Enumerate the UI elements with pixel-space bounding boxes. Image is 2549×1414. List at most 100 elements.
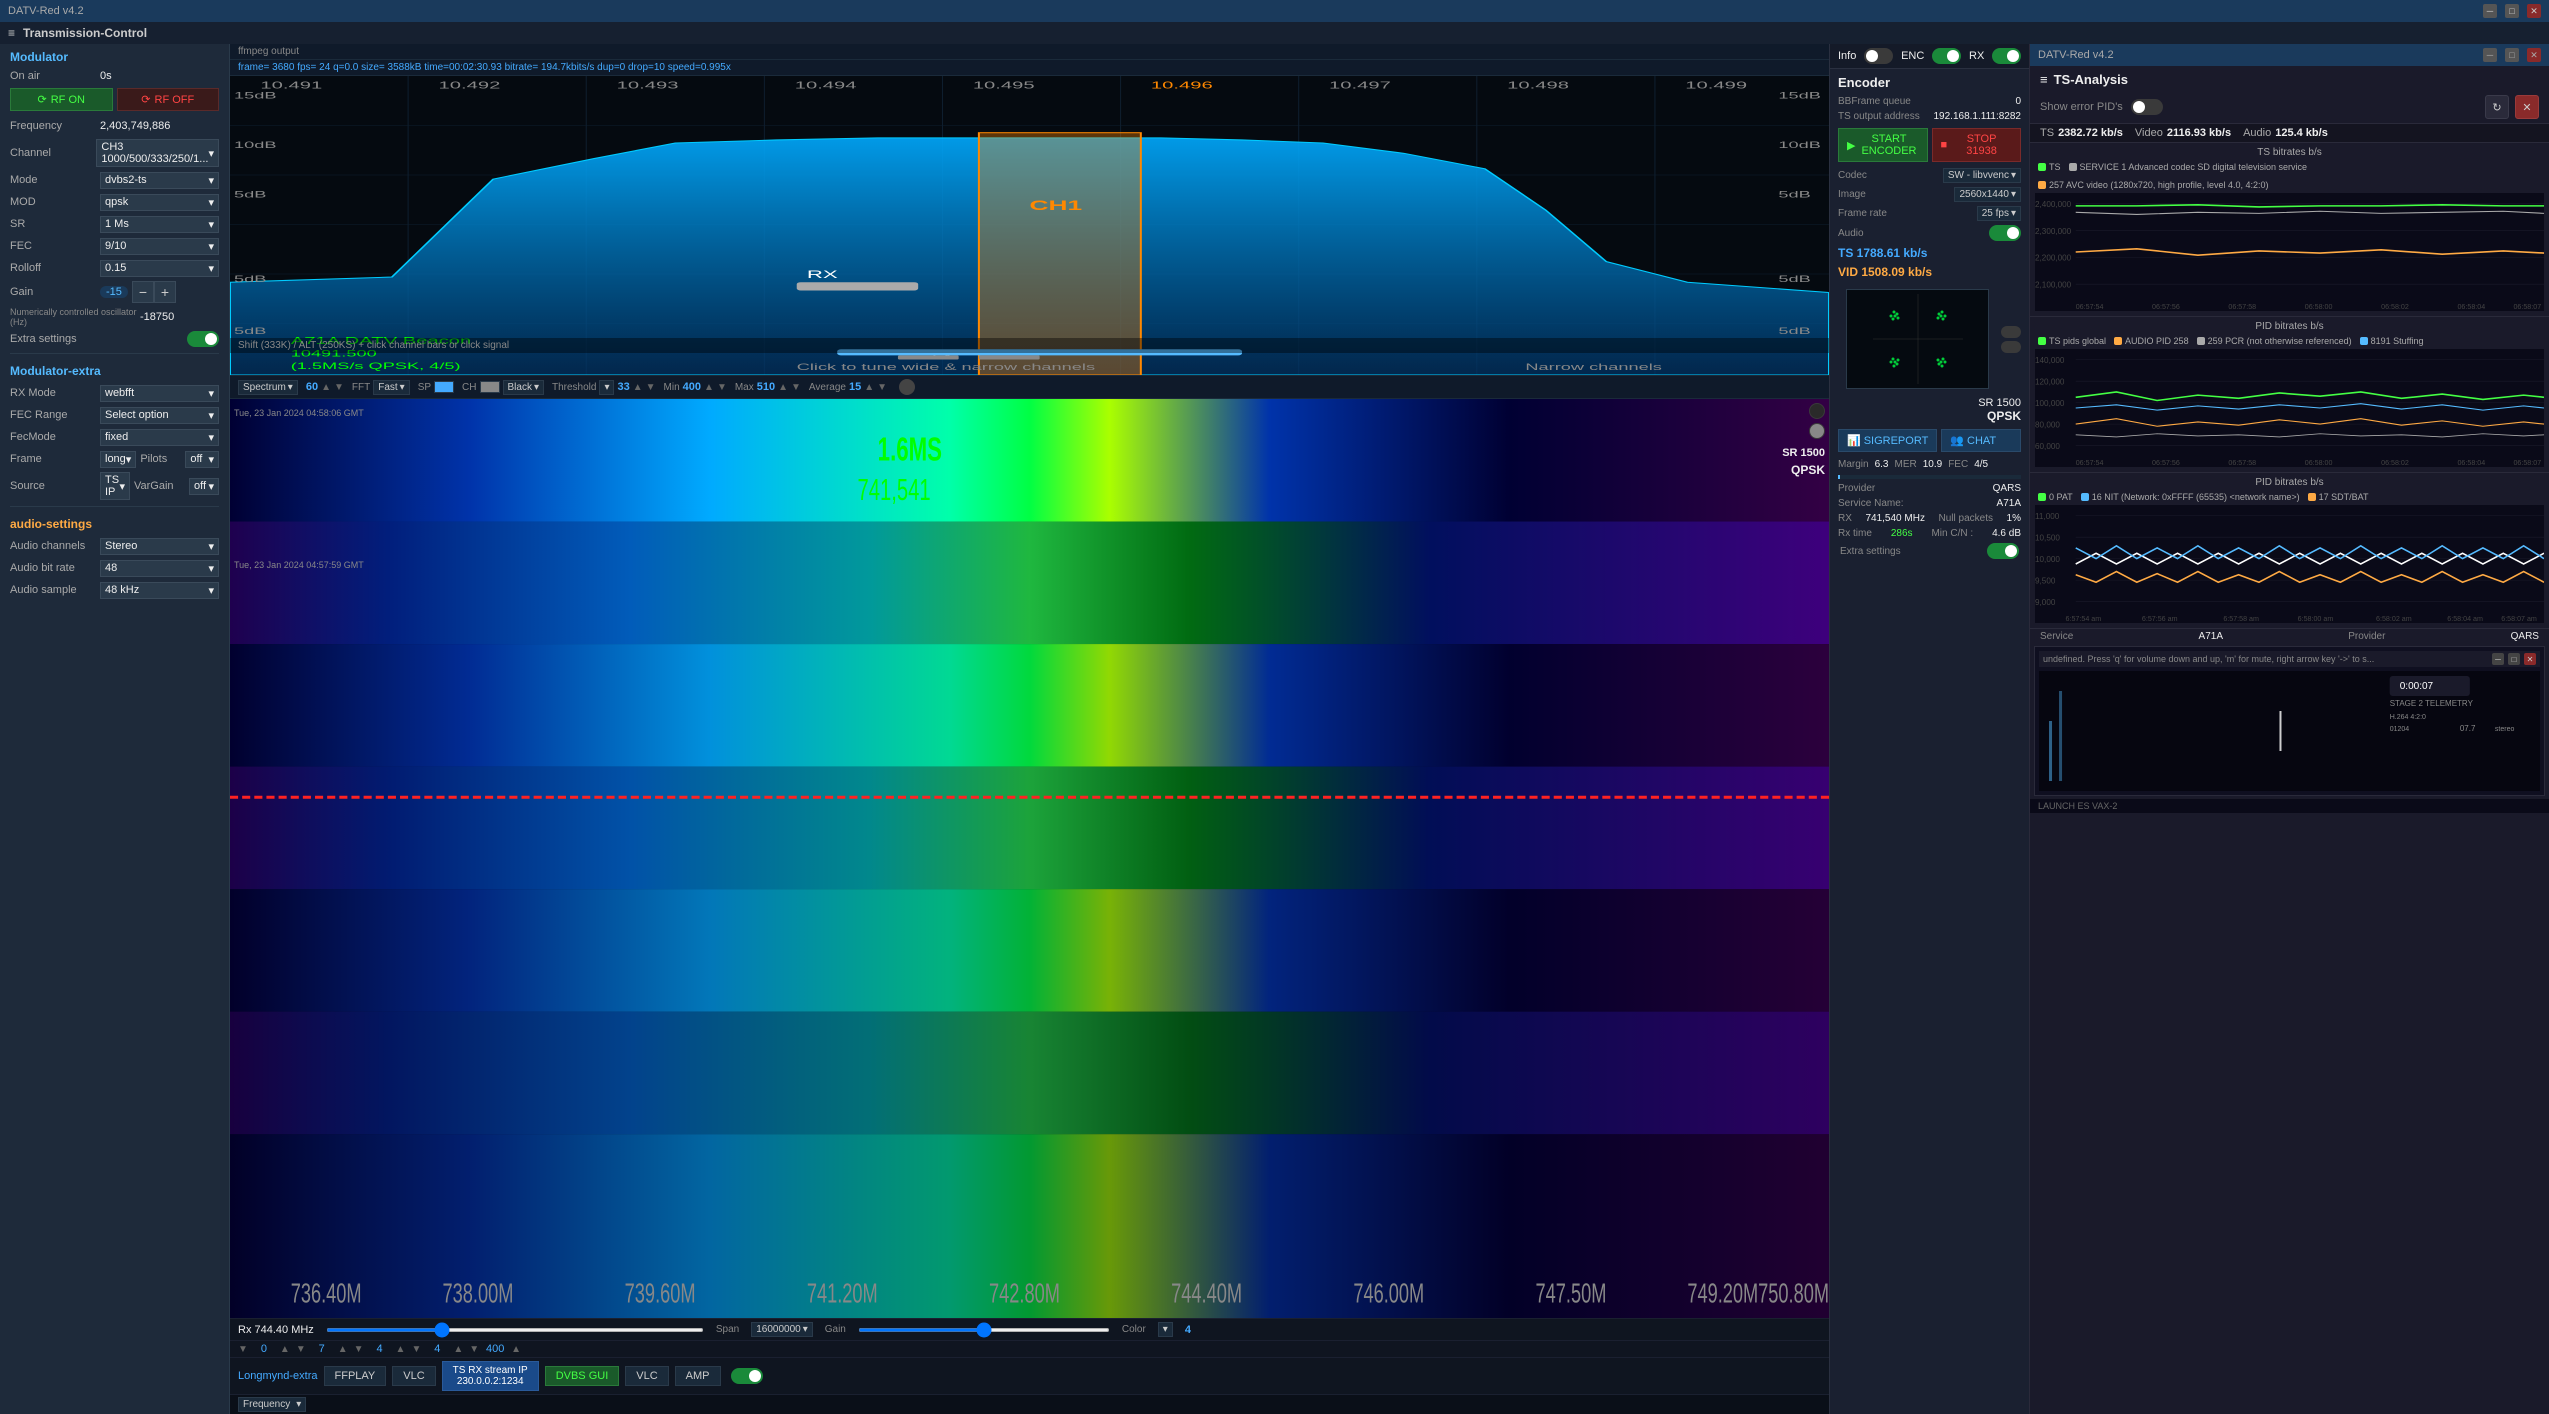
fecmode-dropdown[interactable]: fixed ▾ bbox=[100, 429, 219, 446]
threshold-down[interactable]: ▼ bbox=[646, 382, 656, 393]
max-value: 510 bbox=[757, 381, 775, 393]
mode-dropdown[interactable]: dvbs2-ts ▾ bbox=[100, 172, 219, 189]
menu-icon[interactable]: ≡ bbox=[8, 26, 15, 40]
rx-mode-dropdown[interactable]: webfft ▾ bbox=[100, 385, 219, 402]
num1-down[interactable]: ▼ bbox=[238, 1344, 248, 1355]
rx-indicator-2[interactable] bbox=[1809, 423, 1825, 439]
legend-nit-dot bbox=[2081, 493, 2089, 501]
num4-up[interactable]: ▲ bbox=[453, 1344, 463, 1355]
spectrum-toggle-btn[interactable] bbox=[899, 379, 915, 395]
ch-color-box[interactable] bbox=[480, 381, 500, 393]
spectrum-container[interactable]: 10.491 10.492 10.493 10.494 10.495 10.49… bbox=[230, 76, 1829, 376]
fft-dropdown[interactable]: Fast ▾ bbox=[373, 380, 409, 395]
ts-br-video: Video 2116.93 kb/s bbox=[2135, 127, 2231, 139]
num5-up[interactable]: ▲ bbox=[511, 1344, 521, 1355]
vlc-button-2[interactable]: VLC bbox=[625, 1366, 668, 1386]
audio-ch-dropdown[interactable]: Stereo ▾ bbox=[100, 538, 219, 555]
avg-up[interactable]: ▲ bbox=[864, 382, 874, 393]
audio-sub-close[interactable]: ✕ bbox=[2524, 653, 2536, 665]
rf-off-button[interactable]: ⟳ RF OFF bbox=[117, 88, 220, 111]
avg-down[interactable]: ▼ bbox=[877, 382, 887, 393]
ts-close-btn[interactable]: ✕ bbox=[2527, 48, 2541, 62]
svg-text:5dB: 5dB bbox=[234, 275, 266, 285]
ts-refresh-btn[interactable]: ↻ bbox=[2485, 95, 2509, 119]
frequency-bottom-dropdown[interactable]: Frequency ▾ bbox=[238, 1397, 306, 1412]
num2-down[interactable]: ▼ bbox=[296, 1344, 306, 1355]
dvbs-gui-button[interactable]: DVBS GUI bbox=[545, 1366, 620, 1386]
max-up[interactable]: ▲ bbox=[778, 382, 788, 393]
chat-button[interactable]: 👥 CHAT bbox=[1941, 429, 2021, 452]
amp-toggle[interactable] bbox=[731, 1368, 763, 1384]
ts-rx-button[interactable]: TS RX stream IP 230.0.0.2:1234 bbox=[442, 1361, 539, 1391]
gain-slider[interactable] bbox=[858, 1328, 1110, 1332]
show-error-toggle[interactable] bbox=[2131, 99, 2163, 115]
start-encoder-button[interactable]: ▶ START ENCODER bbox=[1838, 128, 1928, 162]
audio-toggle[interactable] bbox=[1989, 225, 2021, 241]
num2-up[interactable]: ▲ bbox=[338, 1344, 348, 1355]
min-up[interactable]: ▲ bbox=[704, 382, 714, 393]
maximize-btn[interactable]: □ bbox=[2505, 4, 2519, 18]
threshold-dropdown[interactable]: ▾ bbox=[599, 380, 614, 395]
num4-down[interactable]: ▼ bbox=[411, 1344, 421, 1355]
ts-minimize-btn[interactable]: ─ bbox=[2483, 48, 2497, 62]
audio-br-dropdown[interactable]: 48 ▾ bbox=[100, 560, 219, 577]
enc-extra-toggle[interactable] bbox=[1987, 543, 2019, 559]
stop-encoder-button[interactable]: ■ STOP 31938 bbox=[1932, 128, 2022, 162]
mod-dropdown[interactable]: qpsk ▾ bbox=[100, 194, 219, 211]
fft-down-arrow[interactable]: ▼ bbox=[334, 382, 344, 393]
frame-rate-dropdown[interactable]: 25 fps ▾ bbox=[1977, 206, 2021, 221]
rx-indicator-1[interactable] bbox=[1809, 403, 1825, 419]
num3-up[interactable]: ▲ bbox=[396, 1344, 406, 1355]
frame-dropdown[interactable]: long ▾ bbox=[100, 451, 136, 468]
audio-sub-minimize[interactable]: ─ bbox=[2492, 653, 2504, 665]
ch-color-dropdown[interactable]: Black ▾ bbox=[503, 380, 544, 395]
channel-dropdown[interactable]: CH3 1000/500/333/250/1... ▾ bbox=[96, 139, 219, 167]
codec-dropdown[interactable]: SW - libvvenc ▾ bbox=[1943, 168, 2021, 183]
close-btn[interactable]: ✕ bbox=[2527, 4, 2541, 18]
span-dropdown[interactable]: 16000000 ▾ bbox=[751, 1322, 813, 1337]
vargain-dropdown[interactable]: off ▾ bbox=[189, 478, 219, 495]
svg-text:CH1: CH1 bbox=[1030, 198, 1083, 213]
info-toggle[interactable] bbox=[1864, 48, 1893, 64]
svg-text:60,000: 60,000 bbox=[2035, 441, 2060, 451]
fec-dropdown[interactable]: 9/10 ▾ bbox=[100, 238, 219, 255]
sp-color-box[interactable] bbox=[434, 381, 454, 393]
num1-up[interactable]: ▲ bbox=[280, 1344, 290, 1355]
extra-settings-toggle[interactable] bbox=[187, 331, 219, 347]
max-down[interactable]: ▼ bbox=[791, 382, 801, 393]
ffplay-button[interactable]: FFPLAY bbox=[324, 1366, 387, 1386]
vlc-button-1[interactable]: VLC bbox=[392, 1366, 435, 1386]
minimize-btn[interactable]: ─ bbox=[2483, 4, 2497, 18]
source-dropdown[interactable]: TS IP ▾ bbox=[100, 472, 130, 500]
rx-toggle[interactable] bbox=[1992, 48, 2021, 64]
rf-on-button[interactable]: ⟳ RF ON bbox=[10, 88, 113, 111]
num3-down[interactable]: ▼ bbox=[354, 1344, 364, 1355]
image-dropdown[interactable]: 2560x1440 ▾ bbox=[1954, 187, 2021, 202]
mod-row: MOD qpsk ▾ bbox=[0, 191, 229, 213]
rx-toggle-2[interactable] bbox=[2001, 341, 2021, 353]
ts-close-x-btn[interactable]: ✕ bbox=[2515, 95, 2539, 119]
waterfall-display[interactable]: 1.6MS 741,541 736.40M 738.00M 739.60M 74… bbox=[230, 399, 1829, 1318]
ts-maximize-btn[interactable]: □ bbox=[2505, 48, 2519, 62]
audio-sub-maximize[interactable]: □ bbox=[2508, 653, 2520, 665]
sr-dropdown[interactable]: 1 Ms ▾ bbox=[100, 216, 219, 233]
enc-toggle[interactable] bbox=[1932, 48, 1961, 64]
fec-range-dropdown[interactable]: Select option ▾ bbox=[100, 407, 219, 424]
spectrum-dropdown[interactable]: Spectrum ▾ bbox=[238, 380, 298, 395]
audio-sample-dropdown[interactable]: 48 kHz ▾ bbox=[100, 582, 219, 599]
gain-increase-btn[interactable]: + bbox=[154, 281, 176, 303]
rx-toggle-1[interactable] bbox=[2001, 326, 2021, 338]
svg-text:0:00:07: 0:00:07 bbox=[2400, 681, 2434, 692]
amp-button[interactable]: AMP bbox=[675, 1366, 721, 1386]
fft-up-arrow[interactable]: ▲ bbox=[321, 382, 331, 393]
rolloff-dropdown[interactable]: 0.15 ▾ bbox=[100, 260, 219, 277]
svg-text:10dB: 10dB bbox=[234, 140, 276, 150]
sigreport-button[interactable]: 📊 SIGREPORT bbox=[1838, 429, 1937, 452]
gain-decrease-btn[interactable]: − bbox=[132, 281, 154, 303]
min-down[interactable]: ▼ bbox=[717, 382, 727, 393]
threshold-up[interactable]: ▲ bbox=[633, 382, 643, 393]
num5-down[interactable]: ▼ bbox=[469, 1344, 479, 1355]
rx-freq-slider[interactable] bbox=[326, 1328, 704, 1332]
pilots-dropdown[interactable]: off ▾ bbox=[185, 451, 219, 468]
color-dropdown[interactable]: ▾ bbox=[1158, 1322, 1173, 1337]
